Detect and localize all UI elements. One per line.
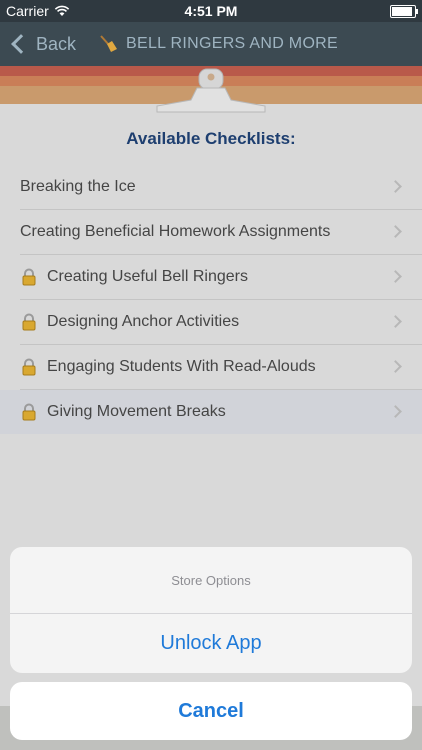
navigation-bar: Back BELL RINGERS AND MORE <box>0 22 422 66</box>
chevron-right-icon <box>389 405 402 418</box>
chevron-right-icon <box>389 180 402 193</box>
list-item-label: Creating Beneficial Homework Assignments <box>20 223 331 240</box>
list-item-label: Breaking the Ice <box>20 178 136 195</box>
battery-icon <box>390 5 418 18</box>
list-item[interactable]: Designing Anchor Activities <box>20 300 422 345</box>
list-item[interactable]: Giving Movement Breaks <box>0 390 422 434</box>
list-item-label: Designing Anchor Activities <box>47 313 240 330</box>
lock-icon <box>22 268 36 286</box>
chevron-right-icon <box>389 315 402 328</box>
broom-icon <box>100 35 118 52</box>
back-chevron-icon <box>11 34 31 54</box>
status-time: 4:51 PM <box>184 3 238 19</box>
chevron-right-icon <box>389 360 402 373</box>
action-sheet: Store Options Unlock App <box>10 547 412 673</box>
list-item[interactable]: Creating Beneficial Homework Assignments <box>20 210 422 255</box>
list-item[interactable]: Breaking the Ice <box>20 165 422 210</box>
chevron-right-icon <box>389 225 402 238</box>
back-label: Back <box>36 33 77 54</box>
checklist-list: Breaking the Ice Creating Beneficial Hom… <box>0 165 422 434</box>
battery-fill <box>392 7 412 16</box>
lock-icon <box>22 403 36 421</box>
status-bar: Carrier 4:51 PM <box>0 0 422 22</box>
list-item-label: Engaging Students With Read-Alouds <box>47 358 316 375</box>
list-item[interactable]: Creating Useful Bell Ringers <box>20 255 422 300</box>
action-sheet-title: Store Options <box>10 547 412 614</box>
nav-title: BELL RINGERS AND MORE <box>126 35 339 52</box>
chevron-right-icon <box>389 270 402 283</box>
list-heading: Available Checklists: <box>126 129 296 148</box>
cancel-button[interactable]: Cancel <box>10 682 412 740</box>
list-item-label: Creating Useful Bell Ringers <box>47 268 248 285</box>
list-item[interactable]: Engaging Students With Read-Alouds <box>20 345 422 390</box>
back-button[interactable]: Back <box>10 34 76 55</box>
lock-icon <box>22 358 36 376</box>
unlock-app-button[interactable]: Unlock App <box>10 614 412 673</box>
list-item-label: Giving Movement Breaks <box>47 403 226 420</box>
checklist-area: Available Checklists: Breaking the Ice C… <box>0 104 422 434</box>
lock-icon <box>22 313 36 331</box>
